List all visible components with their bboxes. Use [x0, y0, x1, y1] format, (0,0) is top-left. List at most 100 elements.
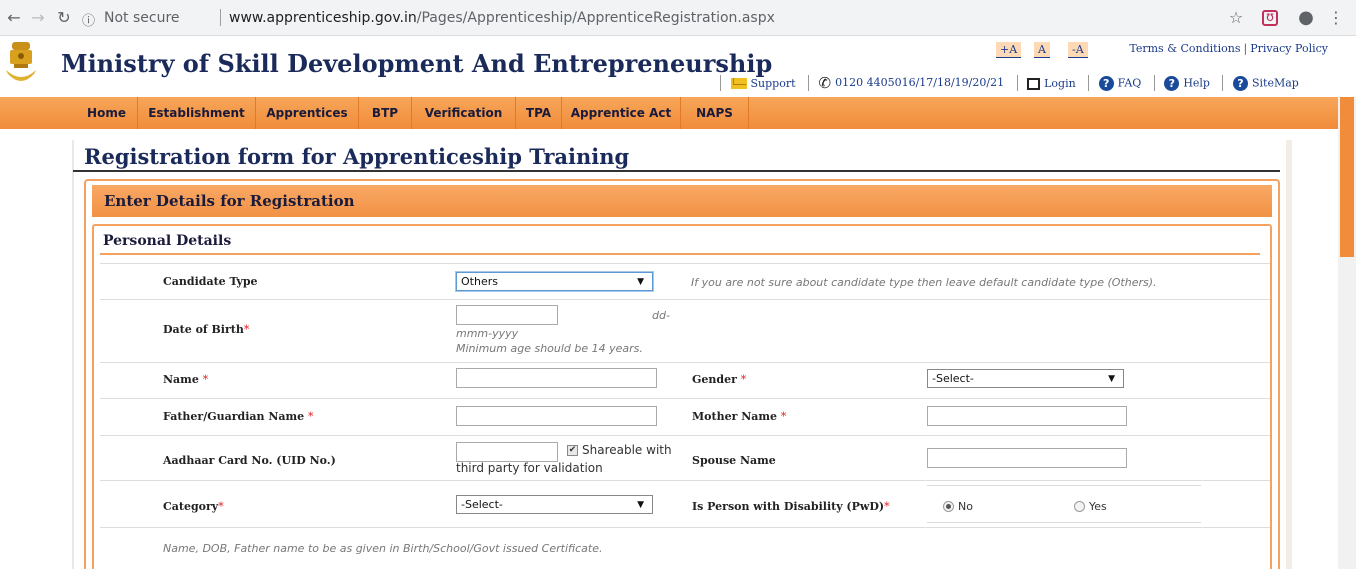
radio-group-top-line — [927, 485, 1201, 486]
privacy-link[interactable]: Privacy Policy — [1250, 42, 1328, 55]
row-divider — [100, 480, 1270, 481]
extension-icon[interactable]: ʊ — [1262, 10, 1278, 26]
mother-name-label: Mother Name * — [692, 410, 786, 423]
spouse-name-input[interactable] — [927, 448, 1127, 468]
support-link[interactable]: Support — [730, 76, 796, 90]
candidate-type-select[interactable]: Others ▼ — [456, 272, 653, 291]
dob-format-hint: dd- — [652, 309, 670, 322]
scrollbar-thumb[interactable] — [1340, 97, 1354, 257]
forward-icon[interactable]: → — [28, 8, 48, 28]
dob-label-text: Date of Birth — [163, 323, 244, 336]
divider — [720, 75, 721, 91]
national-emblem-icon — [6, 42, 36, 81]
required-marker: * — [202, 373, 209, 386]
pwd-label: Is Person with Disability (PwD)* — [692, 500, 890, 513]
gender-select[interactable]: -Select- ▼ — [927, 369, 1124, 388]
pwd-no-label: No — [958, 500, 973, 513]
subsection-underline — [100, 253, 1260, 255]
menu-item-naps[interactable]: NAPS — [681, 97, 749, 129]
link-separator: | — [1243, 42, 1248, 55]
bookmark-star-icon[interactable]: ☆ — [1226, 8, 1246, 28]
dob-input[interactable] — [456, 305, 558, 325]
name-label-text: Name — [163, 373, 199, 386]
aadhaar-input[interactable] — [456, 442, 558, 462]
mother-name-input[interactable] — [927, 406, 1127, 426]
font-decrease-button[interactable]: -A — [1068, 42, 1088, 58]
divider — [1088, 75, 1090, 91]
dropdown-arrow-icon: ▼ — [637, 277, 644, 287]
pwd-no-radio[interactable] — [943, 501, 954, 512]
share-consent-checkbox[interactable]: ✔ — [567, 445, 578, 456]
menu-item-verification[interactable]: Verification — [412, 97, 516, 129]
sitemap-label: SiteMap — [1251, 76, 1299, 89]
aadhaar-label: Aadhaar Card No. (UID No.) — [163, 454, 336, 467]
info-icon[interactable]: ⓘ — [82, 10, 95, 29]
back-icon[interactable]: ← — [4, 8, 24, 28]
candidate-type-value: Others — [461, 275, 498, 288]
address-bar[interactable]: ⓘ Not secure www.apprenticeship.gov.in/P… — [80, 4, 1255, 32]
external-link-icon — [1027, 77, 1041, 90]
row-divider — [100, 398, 1270, 399]
divider — [1222, 75, 1224, 91]
url-path: /Pages/Apprenticeship/ApprenticeRegistra… — [416, 10, 775, 26]
login-link[interactable]: Login — [1027, 77, 1076, 90]
category-value: -Select- — [461, 498, 503, 511]
profile-icon[interactable]: ● — [1296, 8, 1316, 28]
required-marker: * — [740, 373, 747, 386]
phone-info: ✆ 0120 4405016/17/18/19/20/21 — [819, 74, 1005, 92]
help-link[interactable]: ? Help — [1164, 75, 1210, 91]
menu-item-apprentice-act[interactable]: Apprentice Act — [562, 97, 681, 129]
reload-icon[interactable]: ↻ — [54, 8, 74, 28]
required-marker: * — [780, 410, 787, 423]
pwd-yes-radio[interactable] — [1074, 501, 1085, 512]
phone-number: 0120 4405016/17/18/19/20/21 — [835, 76, 1005, 89]
mother-name-label-text: Mother Name — [692, 410, 778, 423]
terms-link[interactable]: Terms & Conditions — [1129, 42, 1240, 55]
dropdown-arrow-icon: ▼ — [637, 500, 644, 510]
sitemap-link[interactable]: ? SiteMap — [1232, 75, 1299, 91]
faq-label: FAQ — [1117, 76, 1142, 89]
share-consent-label-cont: third party for validation — [456, 461, 603, 475]
menu-item-home[interactable]: Home — [76, 97, 138, 129]
support-label: Support — [750, 76, 796, 90]
candidate-type-note: If you are not sure about candidate type… — [691, 276, 1157, 289]
row-divider — [100, 527, 1270, 528]
pwd-yes-label: Yes — [1089, 500, 1107, 513]
category-label: Category* — [163, 500, 224, 513]
gender-label-text: Gender — [692, 373, 737, 386]
page-title: Registration form for Apprenticeship Tra… — [84, 144, 630, 169]
url-text[interactable]: www.apprenticeship.gov.in/Pages/Apprenti… — [229, 10, 775, 26]
radio-group-bottom-line — [927, 522, 1201, 523]
menu-item-tpa[interactable]: TPA — [516, 97, 562, 129]
site-title: Ministry of Skill Development And Entrep… — [61, 49, 773, 78]
faq-link[interactable]: ? FAQ — [1098, 75, 1142, 91]
utility-links: Support ✆ 0120 4405016/17/18/19/20/21 Log… — [714, 74, 1302, 94]
gender-label: Gender * — [692, 373, 746, 386]
menu-item-establishment[interactable]: Establishment — [138, 97, 256, 129]
font-reset-button[interactable]: A — [1034, 42, 1050, 58]
dropdown-arrow-icon: ▼ — [1108, 374, 1115, 384]
menu-item-btp[interactable]: BTP — [359, 97, 412, 129]
url-host: www.apprenticeship.gov.in — [229, 10, 417, 26]
menu-kebab-icon[interactable]: ⋮ — [1326, 8, 1346, 28]
phone-icon: ✆ — [818, 74, 832, 92]
help-label: Help — [1183, 76, 1210, 89]
section-title: Enter Details for Registration — [104, 192, 355, 210]
row-divider — [100, 263, 1270, 264]
category-label-text: Category — [163, 500, 219, 513]
required-marker: * — [308, 410, 314, 423]
category-select[interactable]: -Select- ▼ — [456, 495, 653, 514]
address-separator — [220, 9, 221, 26]
name-input[interactable] — [456, 368, 657, 388]
gender-value: -Select- — [932, 372, 974, 385]
required-marker: * — [243, 323, 250, 336]
font-increase-button[interactable]: +A — [996, 42, 1022, 58]
required-marker: * — [884, 500, 890, 513]
menu-item-apprentices[interactable]: Apprentices — [256, 97, 359, 129]
candidate-type-label: Candidate Type — [163, 275, 258, 288]
subsection-title: Personal Details — [103, 233, 232, 249]
pwd-label-text: Is Person with Disability (PwD) — [692, 500, 885, 513]
father-name-input[interactable] — [456, 406, 657, 426]
security-status: Not secure — [104, 10, 180, 26]
main-menu: Home Establishment Apprentices BTP Verif… — [0, 97, 1338, 129]
